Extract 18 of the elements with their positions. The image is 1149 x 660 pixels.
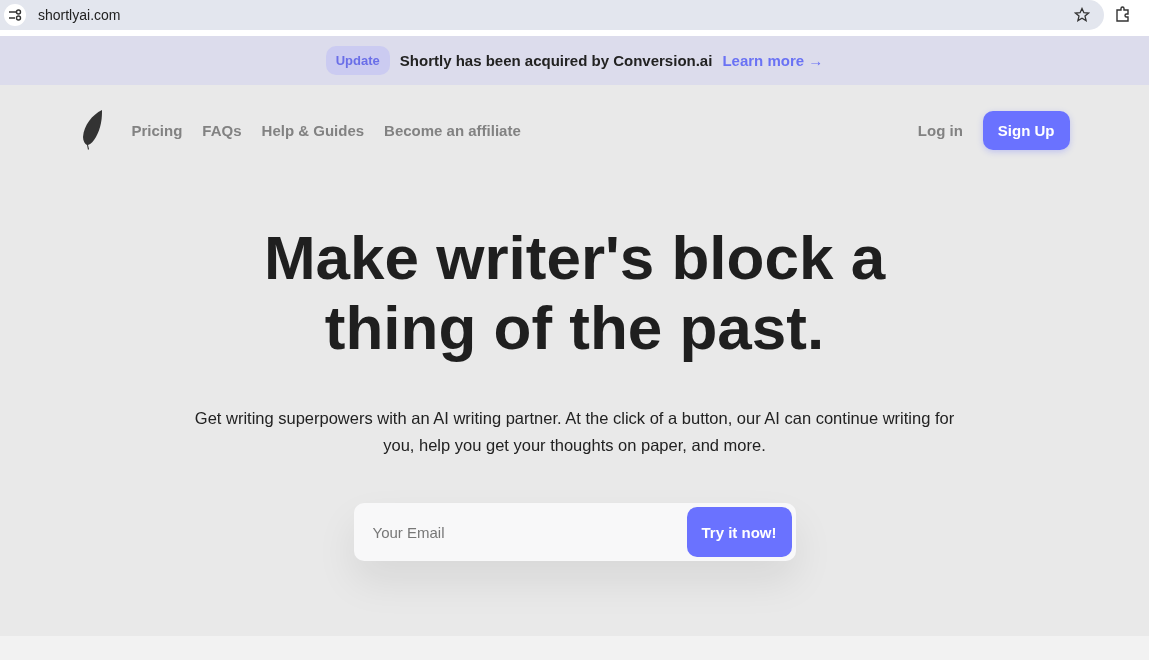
nav-link[interactable]: Help & Guides	[261, 121, 365, 139]
nav-link[interactable]: Pricing	[131, 121, 183, 139]
try-it-now-button[interactable]: Try it now!	[686, 507, 792, 557]
url-text: shortlyai.com	[38, 7, 122, 23]
nav-link[interactable]: FAQs	[202, 121, 242, 139]
hero-subtitle: Get writing superpowers with an AI writing partner. At the click of a button, our AI can continue writing for you, help you get your thoughts on paper, and more.	[194, 408, 955, 456]
address-bar[interactable]: shortlyai.com	[0, 0, 1104, 30]
learn-more-link[interactable]: Learn more →	[722, 52, 824, 69]
extensions-puzzle-icon[interactable]	[1114, 5, 1132, 23]
banner-message: Shortly has been acquired by Conversion.ai	[399, 52, 713, 69]
site-settings-icon[interactable]	[4, 4, 26, 26]
bookmark-star-icon[interactable]	[1074, 7, 1090, 23]
sign-up-button[interactable]: Sign Up	[982, 110, 1070, 150]
hero-heading: Make writer's block a thing of the past.	[263, 223, 886, 363]
nav-link[interactable]: Become an affiliate	[384, 121, 521, 139]
login-link[interactable]: Log in	[917, 121, 963, 139]
email-input-field[interactable]: Your Email	[357, 522, 687, 542]
update-badge: Update	[325, 46, 390, 75]
